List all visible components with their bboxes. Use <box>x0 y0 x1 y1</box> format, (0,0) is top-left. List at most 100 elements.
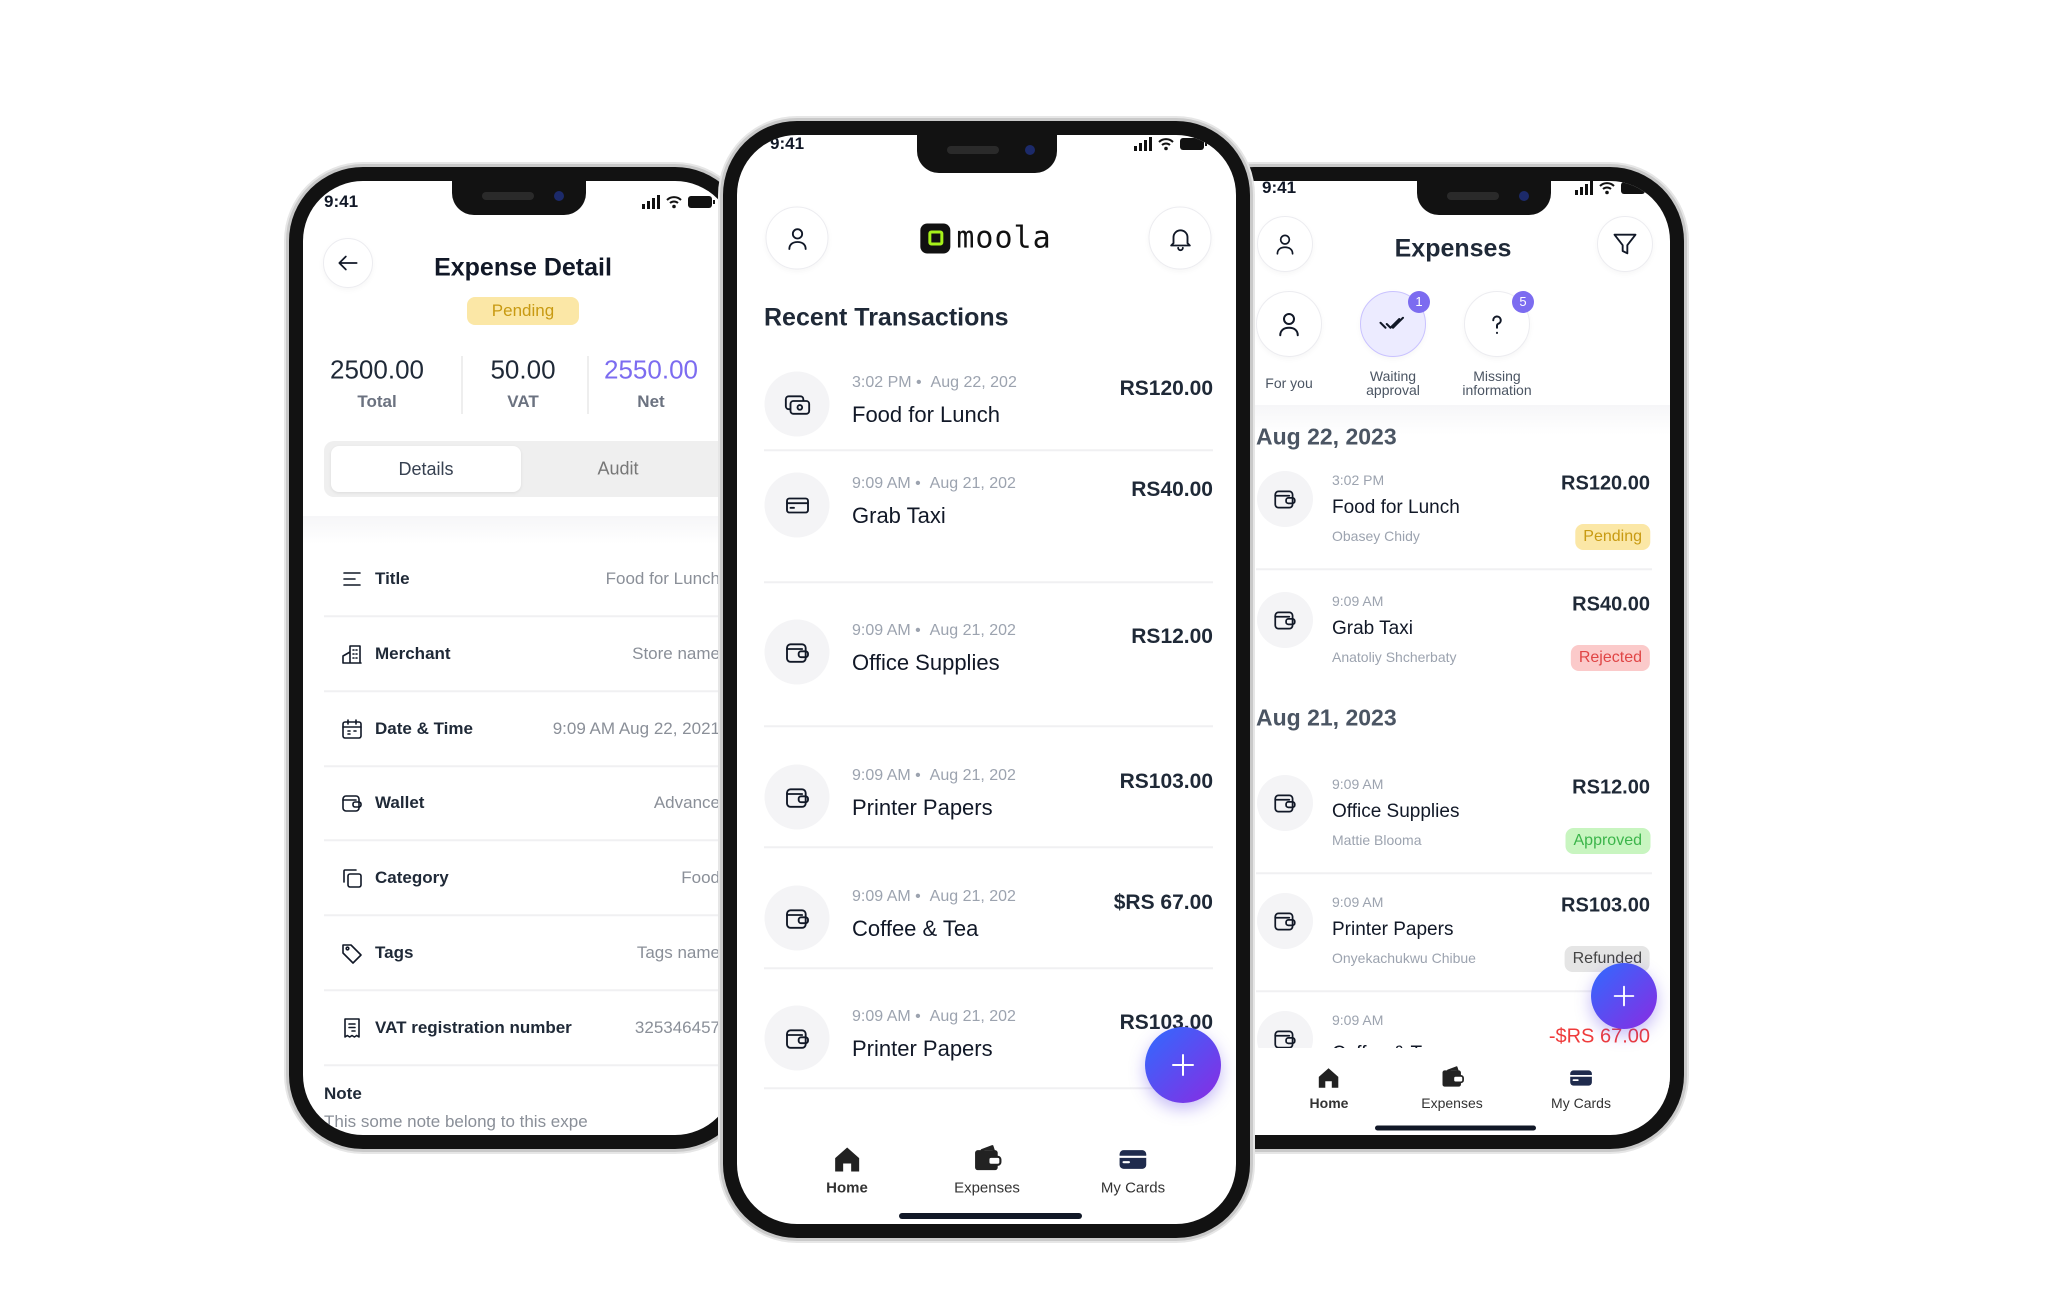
expense-time: 9:09 AM <box>1332 776 1384 792</box>
field-label: Wallet <box>375 793 425 812</box>
divider <box>764 581 1213 583</box>
field-value[interactable]: 9:09 AM Aug 22, 2021 <box>553 719 720 739</box>
filter-button[interactable] <box>1597 216 1653 272</box>
expense-detail-screen: 9:41 Expense Detail Pending 2500.00 Total 50.… <box>303 181 735 1135</box>
profile-button[interactable] <box>765 206 829 270</box>
expense-time: 9:09 AM <box>1332 1012 1384 1028</box>
filter-chip-0[interactable] <box>1256 291 1322 357</box>
notifications-button[interactable] <box>1148 206 1212 270</box>
wallet-icon <box>783 1024 811 1052</box>
divider <box>324 615 735 617</box>
separator: • <box>915 767 921 784</box>
nav-label: My Cards <box>1100 1179 1166 1197</box>
back-arrow-icon <box>335 250 361 276</box>
divider <box>324 765 735 767</box>
expense-time: 3:02 PM <box>1332 472 1385 488</box>
divider <box>1256 872 1652 874</box>
transaction-date: Aug 21, 202 <box>929 1008 1016 1025</box>
nav-my-cards[interactable]: My Cards <box>1101 1144 1165 1197</box>
nav-home[interactable]: Home <box>826 1144 868 1197</box>
add-expense-button[interactable] <box>1145 1027 1221 1103</box>
filter-label-line: information <box>1462 382 1532 398</box>
building-icon <box>340 642 364 666</box>
person-icon <box>1272 231 1298 257</box>
category-icon <box>340 866 364 890</box>
tab-details[interactable]: Details <box>331 446 521 492</box>
nav-expenses[interactable]: Expenses <box>954 1144 1020 1197</box>
expense-icon <box>1257 893 1313 949</box>
nav-label: My Cards <box>1551 1095 1611 1111</box>
notch <box>452 181 586 215</box>
field-label: Title <box>375 569 410 588</box>
filter-label: Missing information <box>1462 369 1531 397</box>
tab-audit[interactable]: Audit <box>597 459 638 480</box>
page-title: Expenses <box>1394 234 1512 263</box>
nav-expenses[interactable]: Expenses <box>1421 1065 1483 1111</box>
field-icon <box>340 791 364 815</box>
transaction-icon <box>764 619 830 685</box>
field-value[interactable]: 325346457 <box>635 1018 720 1038</box>
transaction-amount: RS120.00 <box>1119 377 1213 400</box>
transaction-icon <box>764 371 830 437</box>
plus-icon <box>1168 1050 1198 1080</box>
profile-button[interactable] <box>1257 216 1313 272</box>
transaction-date: Aug 21, 202 <box>929 888 1016 905</box>
transaction-date: Aug 21, 202 <box>929 475 1016 492</box>
field-label: Category <box>375 868 449 887</box>
field-icon <box>340 1016 364 1040</box>
transaction-icon <box>764 764 830 830</box>
expense-detail-phone: 9:41 Expense Detail Pending 2500.00 Total 50.… <box>289 167 749 1149</box>
nav-label: Expenses <box>1421 1095 1483 1111</box>
transaction-title: Food for Lunch <box>852 402 1000 427</box>
text-lines-icon <box>340 567 364 591</box>
add-expense-button[interactable] <box>1591 963 1657 1029</box>
transaction-title: Grab Taxi <box>852 503 946 528</box>
divider <box>764 449 1213 451</box>
field-value[interactable]: Food <box>681 868 720 888</box>
divider <box>324 839 735 841</box>
transaction-meta: 9:09 AM • Aug 21, 202 <box>852 767 1016 785</box>
status-badge: Rejected <box>1570 645 1650 671</box>
transaction-time: 9:09 AM <box>852 1008 911 1025</box>
transaction-title: Office Supplies <box>852 650 1000 675</box>
stat-value: 2500.00 <box>330 354 424 385</box>
field-value[interactable]: Food for Lunch <box>606 569 720 589</box>
home-indicator <box>899 1213 1082 1219</box>
person-icon <box>783 224 811 252</box>
expenses-phone: 9:41 Expenses For you 1 Waiting approval 5 Miss… <box>1180 167 1684 1149</box>
field-value[interactable]: Store name <box>632 644 720 664</box>
tag-icon <box>340 941 364 965</box>
transaction-icon <box>764 472 830 538</box>
expense-person: Obasey Chidy <box>1332 528 1420 544</box>
note-text: This some note belong to this expe <box>324 1112 588 1131</box>
back-button[interactable] <box>323 238 373 288</box>
divider <box>764 846 1213 848</box>
nav-my-cards[interactable]: My Cards <box>1551 1065 1611 1111</box>
separator: • <box>915 1008 921 1025</box>
count-badge: 1 <box>1408 291 1430 313</box>
expense-time: 9:09 AM <box>1332 593 1384 609</box>
expense-title: Grab Taxi <box>1332 618 1413 639</box>
transaction-title: Printer Papers <box>852 795 993 820</box>
date-group-header: Aug 21, 2023 <box>1256 704 1397 731</box>
nav-home[interactable]: Home <box>1310 1065 1348 1111</box>
transaction-amount: RS103.00 <box>1119 770 1213 793</box>
field-value[interactable]: Tags name <box>637 943 720 963</box>
transaction-time: 9:09 AM <box>852 475 911 492</box>
expense-icon <box>1257 592 1313 648</box>
wallet-icon <box>1272 908 1298 934</box>
separator: • <box>915 475 921 492</box>
separator: • <box>915 888 921 905</box>
page-title: Expense Detail <box>434 253 612 282</box>
expenses-screen: 9:41 Expenses For you 1 Waiting approval 5 Miss… <box>1194 181 1670 1135</box>
expense-person: Anatoliy Shcherbaty <box>1332 649 1457 665</box>
expense-title: Printer Papers <box>1332 919 1454 940</box>
field-icon <box>340 642 364 666</box>
filter-label-line: approval <box>1366 382 1420 398</box>
field-icon <box>340 567 364 591</box>
transaction-time: 9:09 AM <box>852 767 911 784</box>
field-icon <box>340 866 364 890</box>
expense-amount: RS120.00 <box>1561 472 1650 495</box>
stat-value: 2550.00 <box>604 354 698 385</box>
field-value[interactable]: Advance <box>654 793 720 813</box>
